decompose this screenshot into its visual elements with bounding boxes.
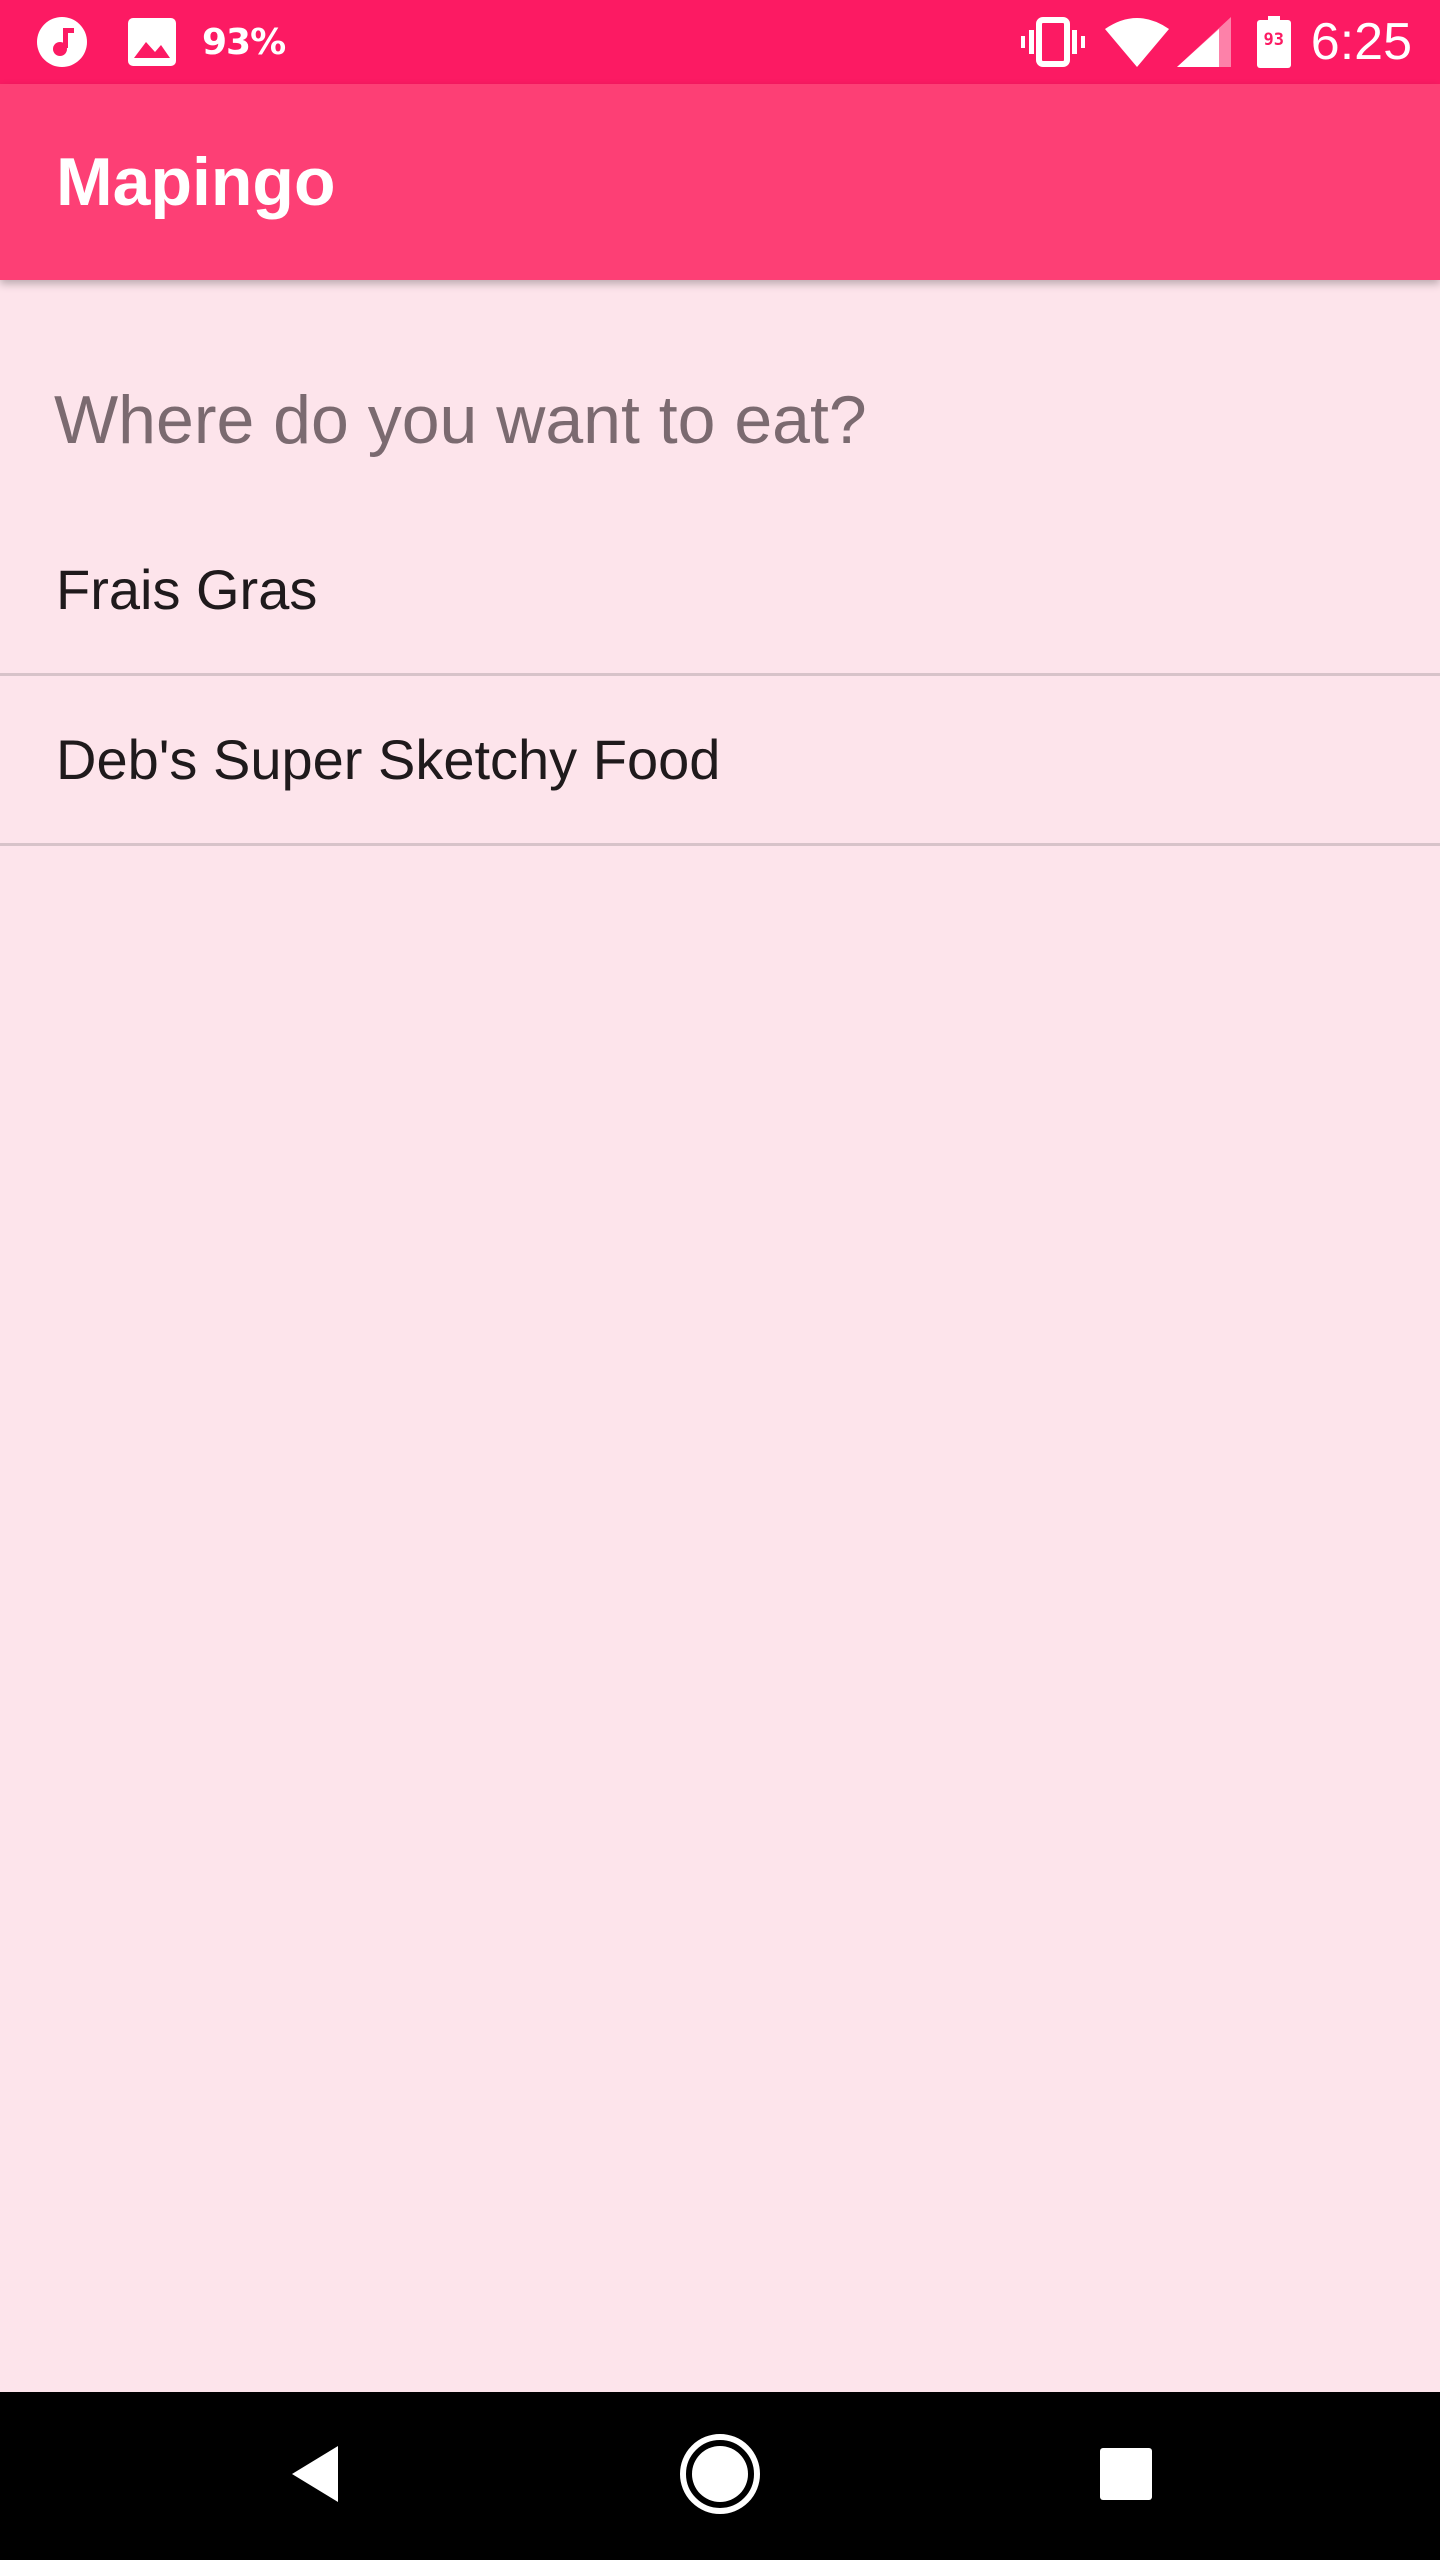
home-button[interactable] [640, 2392, 800, 2560]
notification-percent-text: 93% [202, 21, 286, 63]
vibrate-icon [1020, 16, 1085, 68]
list-item-label: Frais Gras [56, 558, 318, 621]
search-input[interactable] [54, 360, 1384, 480]
status-bar-right: 93 6:25 [1020, 0, 1412, 84]
back-icon [288, 2444, 344, 2509]
recents-button[interactable] [1046, 2392, 1206, 2560]
home-icon [679, 2433, 761, 2520]
app-bar: Mapingo [0, 84, 1440, 280]
recents-icon [1098, 2446, 1154, 2507]
status-time: 6:25 [1310, 13, 1412, 71]
main-content: Frais Gras Deb's Super Sketchy Food [0, 280, 1440, 2392]
status-bar: 93% 93 6:25 [0, 0, 1440, 84]
result-list: Frais Gras Deb's Super Sketchy Food [0, 506, 1440, 846]
back-button[interactable] [236, 2392, 396, 2560]
battery-icon: 93 [1256, 16, 1291, 68]
image-icon [128, 18, 176, 66]
status-bar-left: 93% [36, 0, 286, 84]
battery-level-text: 93 [1263, 30, 1285, 50]
list-item[interactable]: Deb's Super Sketchy Food [0, 676, 1440, 846]
app-title: Mapingo [56, 144, 336, 220]
music-note-icon [36, 16, 88, 68]
list-item[interactable]: Frais Gras [0, 506, 1440, 676]
navigation-bar [0, 2392, 1440, 2560]
wifi-icon [1104, 17, 1169, 67]
signal-icon [1176, 17, 1231, 67]
list-item-label: Deb's Super Sketchy Food [56, 728, 721, 791]
